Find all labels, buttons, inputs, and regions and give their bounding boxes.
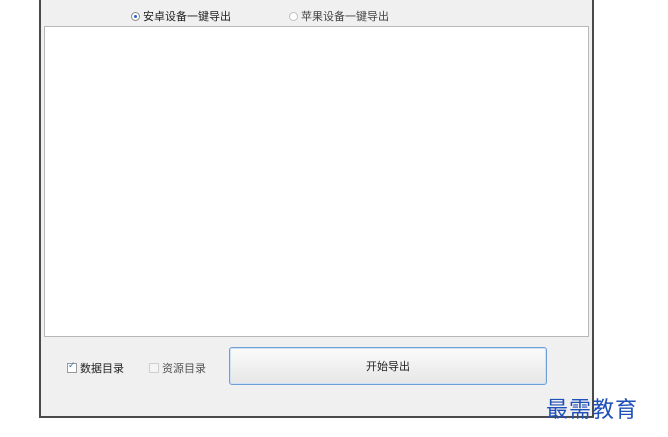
radio-indicator-unchecked: [289, 11, 298, 21]
checkbox-indicator-unchecked: [149, 363, 159, 373]
resource-dir-label: 资源目录: [162, 362, 206, 375]
export-window: 安卓设备一键导出 苹果设备一键导出 数据目录 资源目录 开始导出: [39, 0, 594, 418]
data-dir-label: 数据目录: [80, 362, 124, 375]
data-dir-checkbox[interactable]: 数据目录: [67, 360, 124, 376]
android-export-radio[interactable]: 安卓设备一键导出: [131, 8, 231, 24]
apple-export-radio[interactable]: 苹果设备一键导出: [289, 8, 389, 24]
radio-indicator-checked: [131, 11, 140, 21]
android-export-label: 安卓设备一键导出: [143, 10, 231, 23]
start-export-button[interactable]: 开始导出: [229, 347, 547, 385]
apple-export-label: 苹果设备一键导出: [301, 10, 389, 23]
export-log-area[interactable]: [44, 26, 589, 337]
bottom-toolbar: 数据目录 资源目录 开始导出: [41, 340, 592, 410]
watermark-text: 最需教育: [546, 398, 639, 423]
checkbox-indicator-checked: [67, 361, 77, 373]
start-export-label: 开始导出: [366, 360, 410, 373]
device-radio-group: 安卓设备一键导出 苹果设备一键导出: [41, 0, 592, 26]
resource-dir-checkbox[interactable]: 资源目录: [149, 360, 206, 376]
